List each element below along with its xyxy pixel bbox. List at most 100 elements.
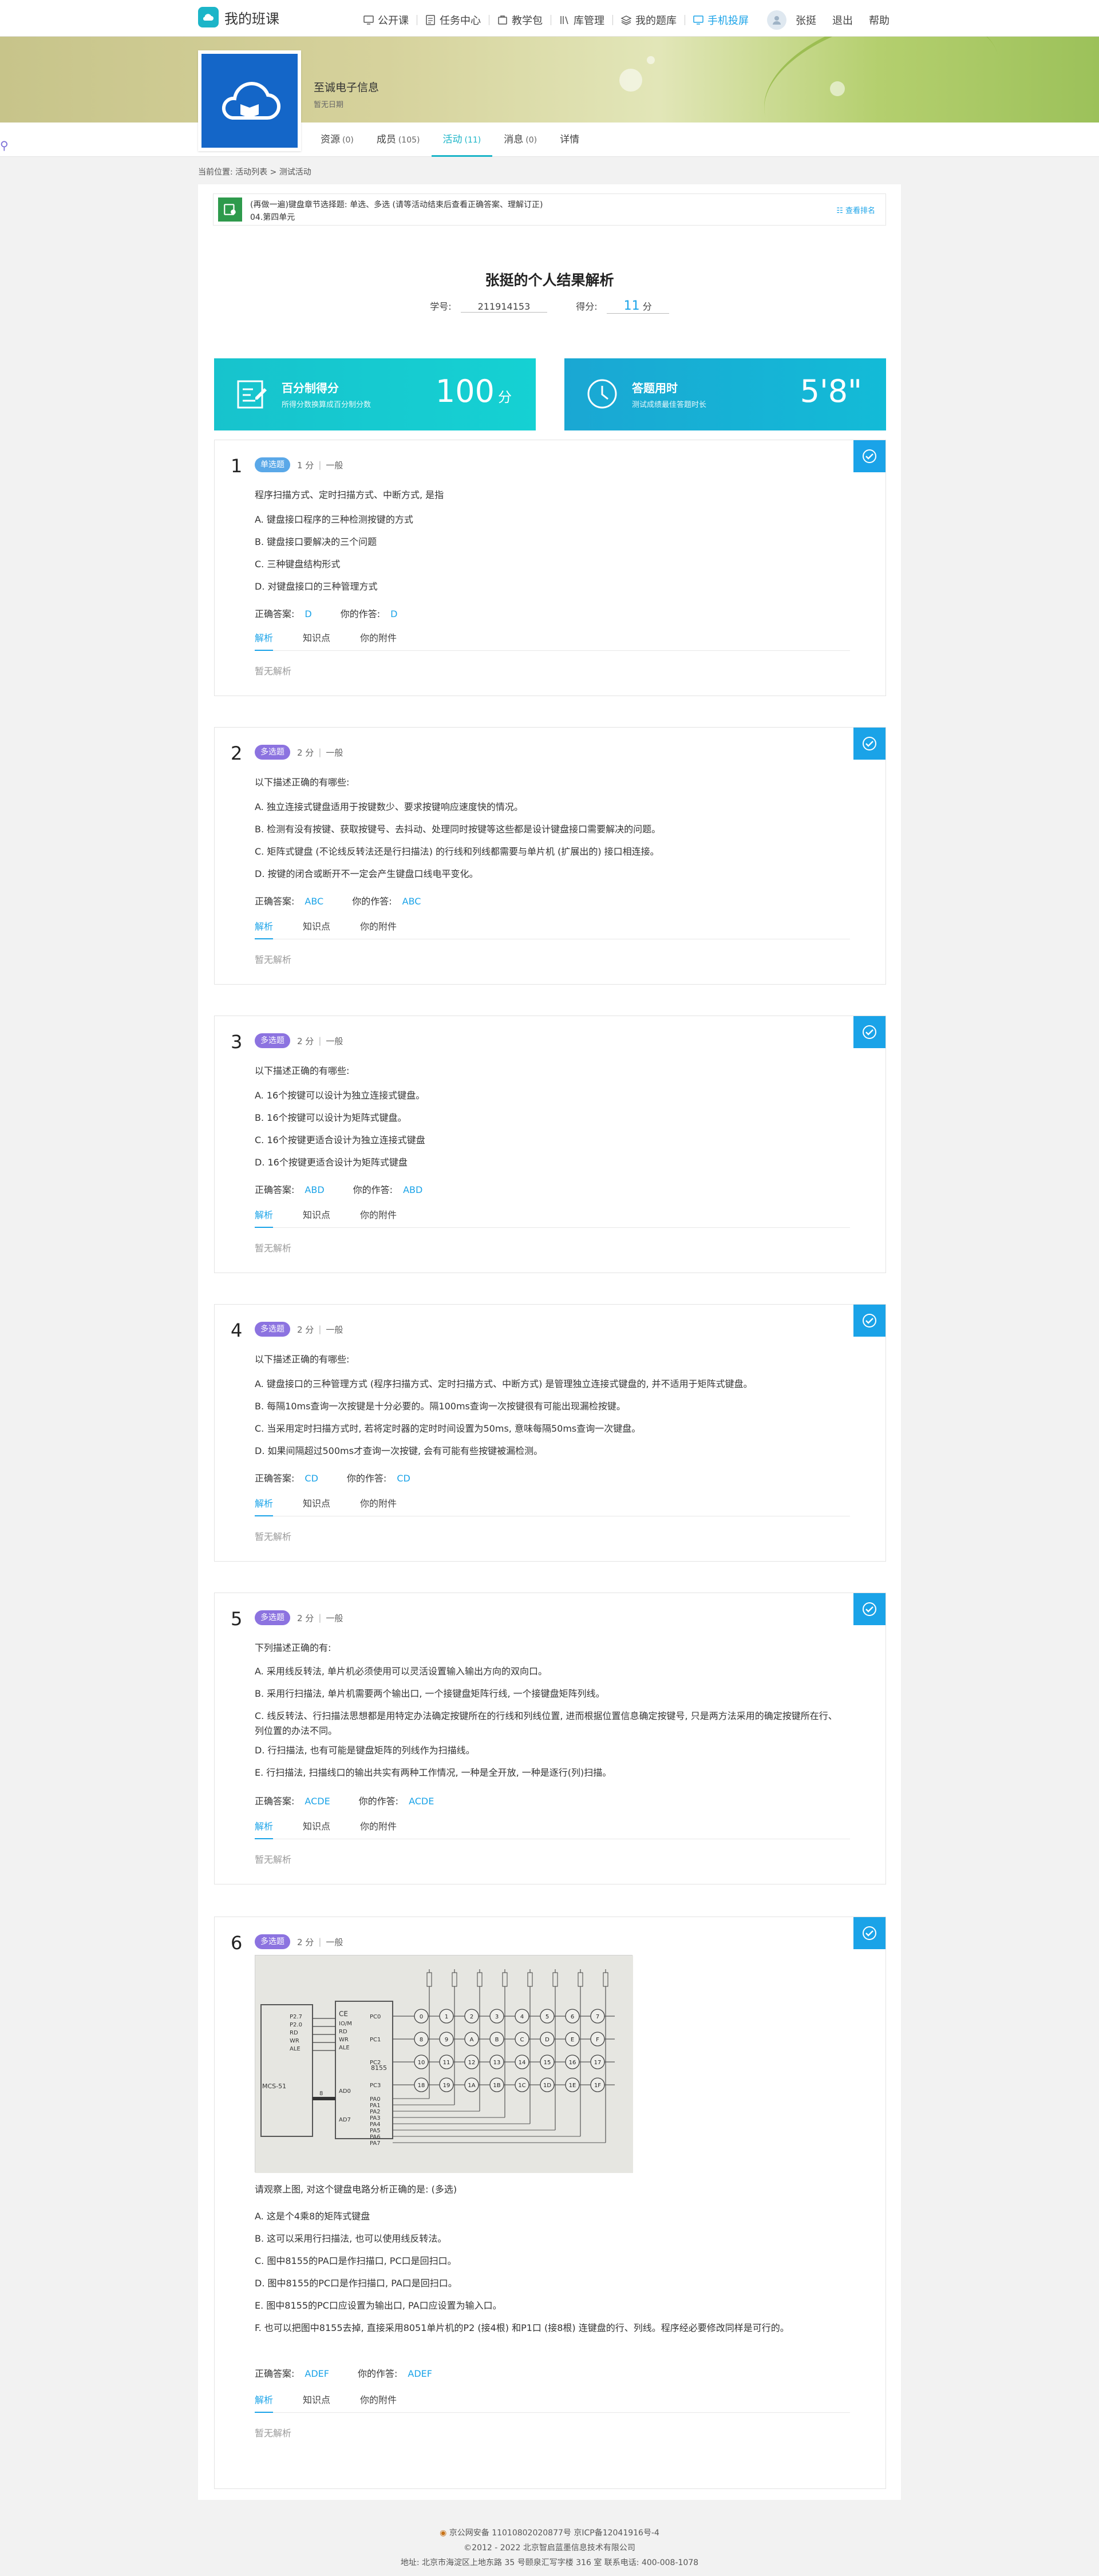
correct-answer-value: CD (305, 1473, 318, 1484)
tab-knowledge[interactable]: 知识点 (303, 2392, 330, 2413)
help-link[interactable]: 帮助 (869, 13, 890, 27)
tab-analysis[interactable]: 解析 (255, 1207, 274, 1228)
your-answer-value: CD (397, 1473, 410, 1484)
option: D. 行扫描法, 也有可能是键盘矩阵的列线作为扫描线。 (255, 1745, 475, 1756)
tab-attachment[interactable]: 你的附件 (360, 630, 397, 651)
edit-document-icon (237, 380, 267, 409)
tab-details[interactable]: 详情 (548, 123, 593, 157)
mcu-pin-label: P2.7 (290, 2014, 302, 2020)
tab-attachment[interactable]: 你的附件 (360, 1207, 397, 1228)
tab-analysis[interactable]: 解析 (255, 630, 274, 651)
tab-attachment[interactable]: 你的附件 (360, 919, 397, 939)
question-number: 6 (231, 1932, 243, 1954)
nav-label: 手机投屏 (707, 15, 749, 27)
correct-answer-value: ABD (305, 1184, 325, 1195)
stack-icon (620, 15, 632, 25)
tab-attachment[interactable]: 你的附件 (360, 2392, 397, 2413)
option: A. 这是个4乘8的矩阵式键盘 (255, 2211, 370, 2222)
nav-task-center[interactable]: 任务中心 (417, 13, 489, 27)
tab-count: (105) (398, 136, 420, 145)
tab-label: 详情 (560, 134, 580, 145)
option: C. 矩阵式键盘 (不论线反转法还是行扫描法) 的行线和列线都需要与单片机 (扩… (255, 846, 659, 857)
nav-open-course[interactable]: 公开课 (355, 13, 417, 27)
your-answer-label: 你的作答: (357, 2368, 398, 2379)
nav-teaching-package[interactable]: 教学包 (489, 13, 551, 27)
tab-label: 活动 (442, 134, 462, 145)
question-meta: 单选题 1 分 | 一般 (255, 457, 343, 472)
nav-my-question-bank[interactable]: 我的题库 (612, 13, 685, 27)
question-type-badge: 多选题 (255, 1033, 290, 1048)
logout-link[interactable]: 退出 (832, 13, 853, 27)
mcu-pin-label: WR (290, 2038, 299, 2044)
correct-answer-label: 正确答案: (255, 1473, 295, 1484)
question-stem: 请观察上图, 对这个键盘电路分析正确的是: (多选) (255, 2184, 457, 2195)
divider: | (318, 1324, 322, 1334)
tab-activities[interactable]: 活动 (11) (431, 123, 493, 157)
tab-messages[interactable]: 消息 (0) (492, 123, 548, 157)
tab-knowledge[interactable]: 知识点 (303, 919, 330, 939)
tab-knowledge[interactable]: 知识点 (303, 1496, 330, 1516)
your-answer-label: 你的作答: (346, 1473, 387, 1484)
mcu-pin-label: P2.0 (290, 2022, 302, 2028)
key-label: 1 (445, 2014, 448, 2020)
tab-analysis[interactable]: 解析 (255, 2392, 274, 2413)
nav-label: 我的题库 (635, 15, 677, 27)
question-level: 一般 (326, 1324, 343, 1335)
activity-description: (再做一遍)键盘章节选择题: 单选、多选 (请等活动结束后查看正确答案、理解订正… (213, 193, 886, 226)
io-pin-label: WR (339, 2037, 349, 2043)
tab-attachment[interactable]: 你的附件 (360, 1819, 397, 1839)
tab-analysis[interactable]: 解析 (255, 1819, 274, 1839)
test-activity-icon (218, 197, 242, 222)
pullup-resistor (502, 1972, 508, 1987)
correct-answer-value: D (305, 609, 312, 619)
class-banner (0, 37, 1099, 123)
view-ranking-label: 查看排名 (845, 207, 875, 215)
io-pin-label: AD0 (339, 2088, 351, 2095)
tab-knowledge[interactable]: 知识点 (303, 1819, 330, 1839)
correct-answer-value: ABC (305, 896, 324, 907)
tab-attachment[interactable]: 你的附件 (360, 1496, 397, 1516)
tab-knowledge[interactable]: 知识点 (303, 1207, 330, 1228)
correct-answer-label: 正确答案: (255, 1796, 295, 1807)
divider: | (318, 747, 322, 757)
key-label: 8 (420, 2037, 423, 2043)
key-label: 6 (571, 2014, 574, 2020)
brand[interactable]: 我的班课 (198, 7, 279, 27)
top-navbar: 我的班课 公开课 任务中心 教学包 库管理 我的题库 手机投屏 张挺 退出 帮助 (0, 0, 1099, 37)
question-number: 2 (231, 742, 243, 764)
key-label: 10 (418, 2060, 425, 2066)
score-box: 11 分 (606, 299, 669, 314)
question-stem: 下列描述正确的有: (255, 1642, 331, 1653)
option: B. 检测有没有按键、获取按键号、去抖动、处理同时按键等这些都是设计键盘接口需要… (255, 824, 661, 835)
key-label: 4 (520, 2014, 524, 2020)
port-label: PA1 (370, 2103, 381, 2109)
your-answer-value: ABD (403, 1184, 423, 1195)
package-icon (498, 15, 507, 25)
nav-screen-cast[interactable]: 手机投屏 (685, 13, 757, 27)
divider: | (318, 1613, 322, 1623)
option: C. 线反转法、行扫描法思想都是用特定办法确定按键所在的行线和列线位置, 进而根… (255, 1710, 837, 1736)
tab-knowledge[interactable]: 知识点 (303, 630, 330, 651)
tab-analysis[interactable]: 解析 (255, 919, 274, 939)
tab-resources[interactable]: 资源 (0) (309, 123, 365, 157)
stat-percent-score: 百分制得分 所得分数换算成百分制分数 100 分 (214, 358, 536, 430)
nav-library-management[interactable]: 库管理 (551, 13, 612, 27)
answer-row: 正确答案: ACDE 你的作答: ACDE (255, 1793, 434, 1807)
avatar[interactable] (767, 10, 786, 30)
class-tabs: 资源 (0) 成员 (105) 活动 (11) 消息 (0) 详情 (309, 123, 593, 157)
question-number: 4 (231, 1319, 243, 1341)
pullup-resistor (426, 1972, 432, 1987)
tab-analysis[interactable]: 解析 (255, 1496, 274, 1516)
stat-description: 所得分数换算成百分制分数 (282, 401, 371, 409)
police-badge-icon: ◉ (440, 2528, 449, 2538)
footer-license-text[interactable]: 京公网安备 11010802020877号 京ICP备12041916号-4 (449, 2528, 659, 2538)
view-ranking-link[interactable]: ☷ 查看排名 (836, 204, 875, 215)
question-score: 2 分 (297, 1036, 314, 1046)
analysis-content: 暂无解析 (255, 666, 292, 677)
class-cover (198, 50, 301, 151)
tab-members[interactable]: 成员 (105) (365, 123, 432, 157)
correct-check-icon (853, 440, 885, 472)
user-name[interactable]: 张挺 (796, 13, 816, 27)
question-stem: 程序扫描方式、定时扫描方式、中断方式, 是指 (255, 489, 444, 500)
answer-row: 正确答案: ABD 你的作答: ABD (255, 1182, 422, 1196)
